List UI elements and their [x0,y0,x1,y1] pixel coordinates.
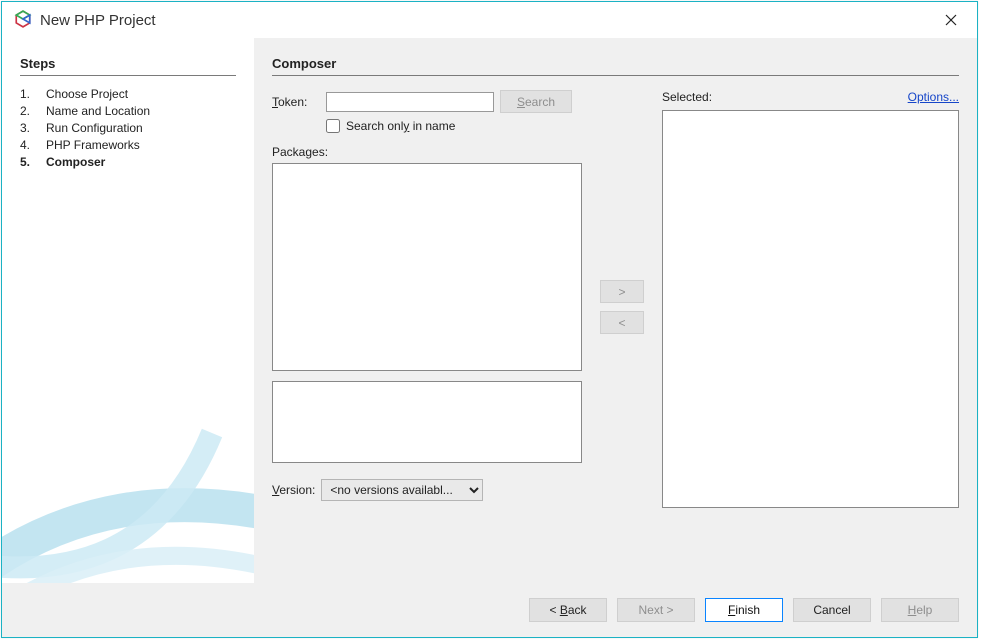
checkbox-label: Search only in name [346,119,455,133]
steps-list: 1. Choose Project 2. Name and Location 3… [20,86,236,171]
transfer-column: > < [598,90,646,334]
step-label: Run Configuration [46,120,143,137]
step-number: 4. [20,137,46,154]
selected-listbox[interactable] [662,110,959,508]
steps-heading: Steps [20,56,236,76]
dialog-window: New PHP Project Steps 1. Choose Project … [1,1,978,638]
add-button[interactable]: > [600,280,644,303]
search-only-name-input[interactable] [326,119,340,133]
remove-button[interactable]: < [600,311,644,334]
step-item: 4. PHP Frameworks [20,137,236,154]
selected-label: Selected: [662,90,712,104]
token-row: Token: Search [272,90,582,113]
search-only-name-checkbox[interactable]: Search only in name [326,119,582,133]
main-panel: Composer Token: Search Search only in na… [254,38,977,583]
selected-header: Selected: Options... [662,90,959,104]
dialog-body: Steps 1. Choose Project 2. Name and Loca… [2,38,977,583]
step-number: 5. [20,154,46,171]
form-grid: Token: Search Search only in name Packag… [272,90,959,565]
titlebar: New PHP Project [2,2,977,38]
step-item: 2. Name and Location [20,103,236,120]
close-icon [945,14,957,26]
window-title: New PHP Project [40,12,156,29]
finish-button[interactable]: Finish [705,598,783,622]
step-label: Name and Location [46,103,150,120]
right-column: Selected: Options... [662,90,959,508]
options-link[interactable]: Options... [908,90,959,104]
step-item-current: 5. Composer [20,154,236,171]
steps-sidebar: Steps 1. Choose Project 2. Name and Loca… [2,38,254,583]
left-column: Token: Search Search only in name Packag… [272,90,582,501]
sidebar-decoration [2,393,254,583]
step-item: 1. Choose Project [20,86,236,103]
app-logo-icon [14,10,32,31]
step-item: 3. Run Configuration [20,120,236,137]
step-number: 2. [20,103,46,120]
step-number: 1. [20,86,46,103]
packages-label: Packages: [272,145,582,159]
step-label: PHP Frameworks [46,137,140,154]
version-label: Version: [272,483,315,497]
dialog-footer: < Back Next > Finish Cancel Help [2,583,977,637]
cancel-button[interactable]: Cancel [793,598,871,622]
next-button[interactable]: Next > [617,598,695,622]
step-label: Composer [46,154,105,171]
version-row: Version: <no versions availabl... [272,479,582,501]
token-label: Token: [272,95,320,109]
help-button[interactable]: Help [881,598,959,622]
close-button[interactable] [937,6,965,34]
back-button[interactable]: < Back [529,598,607,622]
version-select[interactable]: <no versions availabl... [321,479,483,501]
section-heading: Composer [272,56,959,76]
step-number: 3. [20,120,46,137]
package-detail-box[interactable] [272,381,582,463]
token-input[interactable] [326,92,494,112]
packages-listbox[interactable] [272,163,582,371]
step-label: Choose Project [46,86,128,103]
search-button[interactable]: Search [500,90,572,113]
